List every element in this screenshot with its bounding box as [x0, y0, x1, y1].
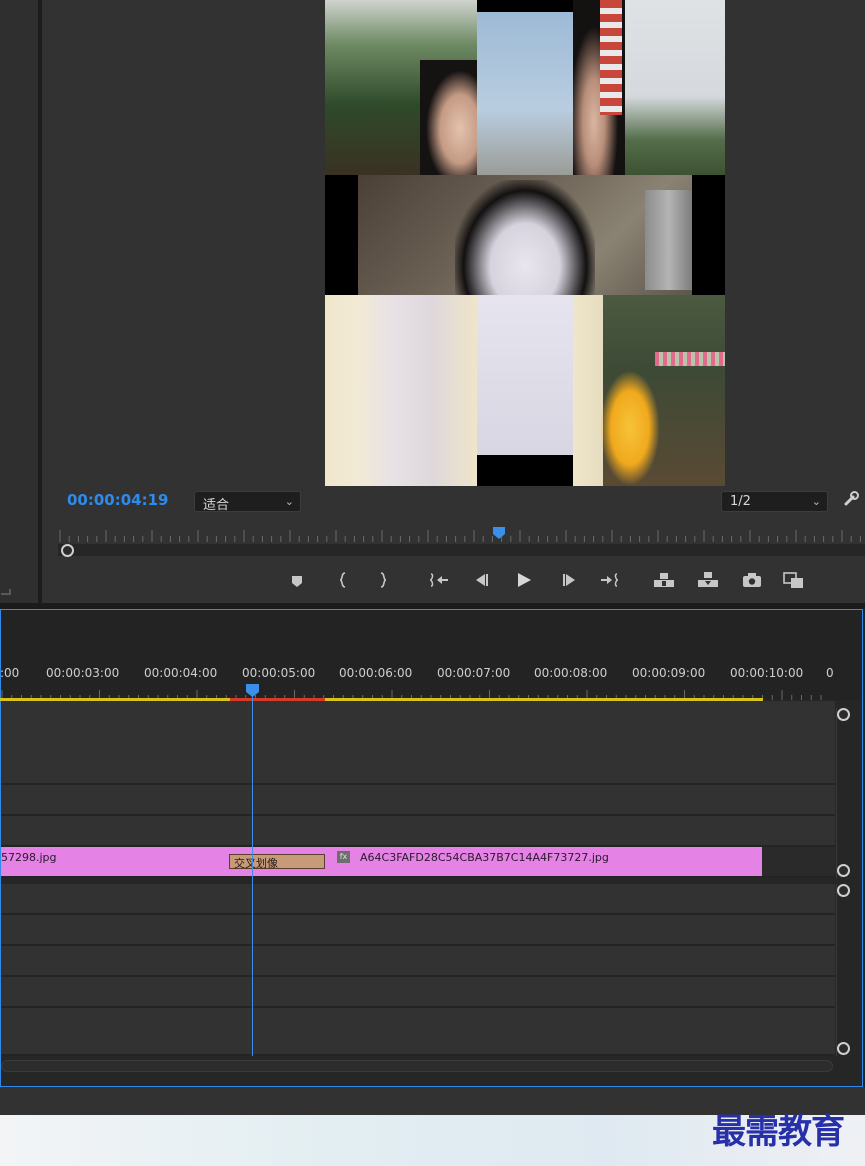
cross-wipe-transition[interactable]: 交叉划像 — [229, 854, 325, 870]
timeline-playhead-handle[interactable] — [246, 684, 259, 697]
go-to-in-icon[interactable] — [429, 568, 449, 592]
preview-tile — [477, 12, 573, 175]
video-preview[interactable] — [325, 0, 725, 486]
monitor-time-ruler[interactable] — [58, 524, 865, 542]
comparison-view-icon[interactable] — [782, 568, 806, 592]
extract-icon[interactable] — [696, 568, 720, 592]
clip-name: A64C3FAFD28C54CBA37B7C14A4F73727.jpg — [360, 851, 609, 864]
ruler-label: 00:00:04:00 — [144, 666, 218, 680]
add-marker-icon[interactable] — [291, 568, 303, 592]
video-track-v2[interactable] — [1, 785, 835, 816]
fx-badge-icon[interactable]: fx — [337, 851, 350, 863]
playback-resolution-dropdown[interactable]: 1/2 ⌄ — [721, 491, 828, 512]
export-frame-camera-icon[interactable] — [741, 568, 763, 592]
preview-tile — [477, 295, 573, 455]
watermark-logo: 最需教育 — [712, 1112, 845, 1152]
step-forward-icon[interactable] — [560, 568, 578, 592]
play-icon[interactable] — [515, 568, 533, 592]
timeline-playhead-line[interactable] — [252, 690, 253, 1056]
audio-track-a3[interactable] — [1, 946, 835, 977]
ruler-label: 0 — [826, 666, 834, 680]
monitor-playhead[interactable] — [493, 527, 505, 539]
audio-track-a4[interactable] — [1, 977, 835, 1008]
video-tracks-scrollbar[interactable] — [836, 708, 850, 878]
go-to-out-icon[interactable] — [600, 568, 622, 592]
audio-track-master[interactable] — [1, 1008, 835, 1056]
video-track-v3[interactable] — [1, 701, 835, 785]
ruler-label: 00:00:03:00 — [46, 666, 120, 680]
preview-tile — [655, 352, 725, 366]
video-clip[interactable]: 57298.jpg — [1, 847, 231, 876]
ruler-label: 00:00:05:00 — [242, 666, 316, 680]
scrollbar-handle[interactable] — [837, 884, 850, 897]
scrollbar-handle[interactable] — [837, 708, 850, 721]
zoom-level-value: 适合 — [203, 498, 230, 513]
playhead-timecode[interactable]: 00:00:04:19 — [67, 491, 169, 509]
mark-out-icon[interactable] — [377, 568, 389, 592]
preview-tile — [573, 295, 603, 486]
preview-tile — [477, 0, 573, 12]
timeline-horizontal-scrollbar[interactable] — [1, 1060, 833, 1072]
preview-tile — [600, 370, 660, 486]
scrollbar-handle[interactable] — [61, 544, 74, 557]
chevron-down-icon: ⌄ — [811, 495, 821, 508]
step-back-icon[interactable] — [473, 568, 491, 592]
audio-track-a2[interactable] — [1, 915, 835, 946]
scrollbar-handle[interactable] — [837, 864, 850, 877]
ruler-label: 00:00:09:00 — [632, 666, 706, 680]
video-clip[interactable]: A64C3FAFD28C54CBA37B7C14A4F73727.jpg — [325, 847, 762, 876]
preview-tile — [420, 60, 477, 175]
ruler-label: 00:00:07:00 — [437, 666, 511, 680]
preview-tile — [645, 190, 693, 290]
preview-tile — [692, 175, 725, 295]
clip-name: 57298.jpg — [1, 851, 57, 864]
ruler-label: 00:00:08:00 — [534, 666, 608, 680]
monitor-zoom-scrollbar[interactable] — [58, 544, 865, 556]
chevron-down-icon: ⌄ — [284, 495, 294, 508]
resolution-value: 1/2 — [730, 494, 751, 509]
ruler-label: :00 — [0, 666, 20, 680]
video-track-v1-upper[interactable] — [1, 816, 835, 847]
preview-tile — [600, 0, 622, 115]
lift-icon[interactable] — [652, 568, 676, 592]
wrench-icon[interactable] — [842, 490, 860, 508]
preview-tile — [325, 175, 358, 295]
ruler-label: 00:00:10:00 — [730, 666, 804, 680]
ruler-label: 00:00:06:00 — [339, 666, 413, 680]
transition-label: 交叉划像 — [234, 857, 278, 870]
scrollbar-handle[interactable] — [837, 1042, 850, 1055]
zoom-level-dropdown[interactable]: 适合 ⌄ — [194, 491, 301, 513]
audio-track-a1[interactable] — [1, 884, 835, 915]
preview-tile — [477, 455, 573, 486]
preview-tile — [455, 180, 595, 295]
audio-tracks-scrollbar[interactable] — [836, 884, 850, 1056]
mark-in-icon[interactable] — [337, 568, 349, 592]
preview-tile — [325, 295, 477, 486]
source-panel-edge — [0, 0, 38, 603]
panel-menu-icon[interactable] — [0, 582, 12, 596]
